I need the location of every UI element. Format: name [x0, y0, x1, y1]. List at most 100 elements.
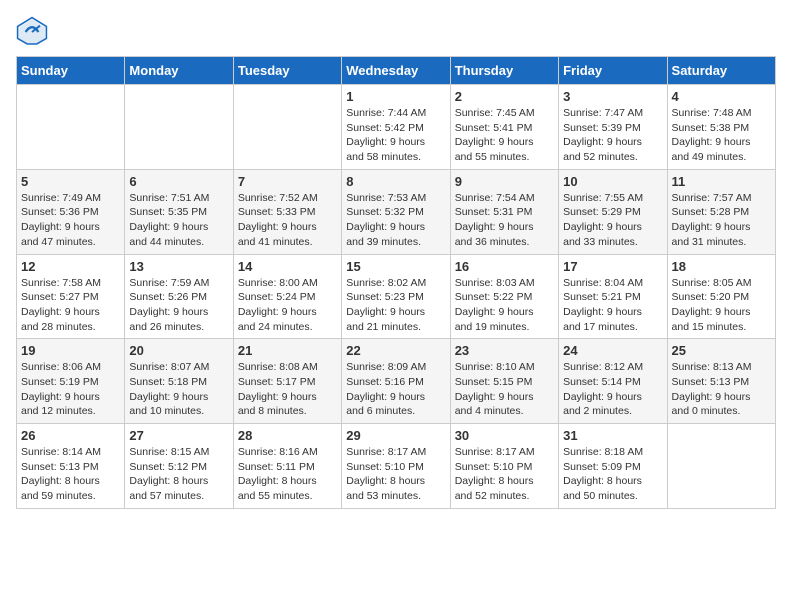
calendar-cell: 22 Sunrise: 8:09 AM Sunset: 5:16 PM Dayli… — [342, 339, 450, 424]
day-info: Sunrise: 8:09 AM Sunset: 5:16 PM Dayligh… — [346, 360, 445, 419]
day-number: 22 — [346, 343, 445, 358]
day-info: Sunrise: 8:03 AM Sunset: 5:22 PM Dayligh… — [455, 276, 554, 335]
day-number: 11 — [672, 174, 771, 189]
calendar-cell: 5Sunrise: 7:49 AM Sunset: 5:36 PM Daylig… — [17, 169, 125, 254]
day-number: 6 — [129, 174, 228, 189]
calendar-cell: 25Sunrise: 8:13 AM Sunset: 5:13 PM Dayli… — [667, 339, 775, 424]
day-number: 28 — [238, 428, 337, 443]
calendar-table: SundayMondayTuesdayWednesdayThursdayFrid… — [16, 56, 776, 509]
calendar-cell — [667, 424, 775, 509]
logo — [16, 16, 52, 48]
day-info: Sunrise: 7:53 AM Sunset: 5:32 PM Dayligh… — [346, 191, 445, 250]
day-info: Sunrise: 8:02 AM Sunset: 5:23 PM Dayligh… — [346, 276, 445, 335]
day-info: Sunrise: 8:07 AM Sunset: 5:18 PM Dayligh… — [129, 360, 228, 419]
day-info: Sunrise: 8:10 AM Sunset: 5:15 PM Dayligh… — [455, 360, 554, 419]
day-info: Sunrise: 7:57 AM Sunset: 5:28 PM Dayligh… — [672, 191, 771, 250]
day-info: Sunrise: 8:08 AM Sunset: 5:17 PM Dayligh… — [238, 360, 337, 419]
day-info: Sunrise: 7:54 AM Sunset: 5:31 PM Dayligh… — [455, 191, 554, 250]
calendar-cell: 31Sunrise: 8:18 AM Sunset: 5:09 PM Dayli… — [559, 424, 667, 509]
day-info: Sunrise: 8:12 AM Sunset: 5:14 PM Dayligh… — [563, 360, 662, 419]
calendar-cell: 6 Sunrise: 7:51 AM Sunset: 5:35 PM Daylig… — [125, 169, 233, 254]
calendar-cell: 11 Sunrise: 7:57 AM Sunset: 5:28 PM Dayli… — [667, 169, 775, 254]
day-number: 9 — [455, 174, 554, 189]
day-info: Sunrise: 7:58 AM Sunset: 5:27 PM Dayligh… — [21, 276, 120, 335]
day-info: Sunrise: 7:44 AM Sunset: 5:42 PM Dayligh… — [346, 106, 445, 165]
calendar-cell: 24Sunrise: 8:12 AM Sunset: 5:14 PM Dayli… — [559, 339, 667, 424]
calendar-cell: 2 Sunrise: 7:45 AM Sunset: 5:41 PM Daylig… — [450, 85, 558, 170]
calendar-cell: 8 Sunrise: 7:53 AM Sunset: 5:32 PM Daylig… — [342, 169, 450, 254]
day-number: 14 — [238, 259, 337, 274]
day-number: 19 — [21, 343, 120, 358]
calendar-cell: 4Sunrise: 7:48 AM Sunset: 5:38 PM Daylig… — [667, 85, 775, 170]
calendar-cell: 27 Sunrise: 8:15 AM Sunset: 5:12 PM Dayli… — [125, 424, 233, 509]
day-info: Sunrise: 7:55 AM Sunset: 5:29 PM Dayligh… — [563, 191, 662, 250]
day-number: 27 — [129, 428, 228, 443]
day-info: Sunrise: 8:04 AM Sunset: 5:21 PM Dayligh… — [563, 276, 662, 335]
day-info: Sunrise: 8:00 AM Sunset: 5:24 PM Dayligh… — [238, 276, 337, 335]
day-info: Sunrise: 8:06 AM Sunset: 5:19 PM Dayligh… — [21, 360, 120, 419]
day-number: 15 — [346, 259, 445, 274]
calendar-header-monday: Monday — [125, 57, 233, 85]
calendar-week-row: 1 Sunrise: 7:44 AM Sunset: 5:42 PM Daylig… — [17, 85, 776, 170]
day-number: 10 — [563, 174, 662, 189]
day-number: 18 — [672, 259, 771, 274]
day-number: 13 — [129, 259, 228, 274]
calendar-cell: 28 Sunrise: 8:16 AM Sunset: 5:11 PM Dayli… — [233, 424, 341, 509]
day-number: 29 — [346, 428, 445, 443]
calendar-cell: 3 Sunrise: 7:47 AM Sunset: 5:39 PM Daylig… — [559, 85, 667, 170]
day-number: 7 — [238, 174, 337, 189]
calendar-week-row: 26 Sunrise: 8:14 AM Sunset: 5:13 PM Dayli… — [17, 424, 776, 509]
calendar-cell: 1 Sunrise: 7:44 AM Sunset: 5:42 PM Daylig… — [342, 85, 450, 170]
calendar-cell: 23 Sunrise: 8:10 AM Sunset: 5:15 PM Dayli… — [450, 339, 558, 424]
day-info: Sunrise: 7:47 AM Sunset: 5:39 PM Dayligh… — [563, 106, 662, 165]
day-info: Sunrise: 7:45 AM Sunset: 5:41 PM Dayligh… — [455, 106, 554, 165]
calendar-cell: 20 Sunrise: 8:07 AM Sunset: 5:18 PM Dayli… — [125, 339, 233, 424]
calendar-cell: 26 Sunrise: 8:14 AM Sunset: 5:13 PM Dayli… — [17, 424, 125, 509]
day-number: 12 — [21, 259, 120, 274]
calendar-cell: 17Sunrise: 8:04 AM Sunset: 5:21 PM Dayli… — [559, 254, 667, 339]
day-number: 3 — [563, 89, 662, 104]
calendar-cell: 7 Sunrise: 7:52 AM Sunset: 5:33 PM Daylig… — [233, 169, 341, 254]
calendar-cell: 13 Sunrise: 7:59 AM Sunset: 5:26 PM Dayli… — [125, 254, 233, 339]
calendar-header-friday: Friday — [559, 57, 667, 85]
calendar-header-wednesday: Wednesday — [342, 57, 450, 85]
day-info: Sunrise: 8:17 AM Sunset: 5:10 PM Dayligh… — [455, 445, 554, 504]
calendar-header-saturday: Saturday — [667, 57, 775, 85]
calendar-cell: 18 Sunrise: 8:05 AM Sunset: 5:20 PM Dayli… — [667, 254, 775, 339]
calendar-cell: 21 Sunrise: 8:08 AM Sunset: 5:17 PM Dayli… — [233, 339, 341, 424]
calendar-cell: 30 Sunrise: 8:17 AM Sunset: 5:10 PM Dayli… — [450, 424, 558, 509]
day-info: Sunrise: 7:49 AM Sunset: 5:36 PM Dayligh… — [21, 191, 120, 250]
day-number: 26 — [21, 428, 120, 443]
day-number: 1 — [346, 89, 445, 104]
calendar-header-thursday: Thursday — [450, 57, 558, 85]
day-info: Sunrise: 8:16 AM Sunset: 5:11 PM Dayligh… — [238, 445, 337, 504]
calendar-cell — [17, 85, 125, 170]
day-info: Sunrise: 8:14 AM Sunset: 5:13 PM Dayligh… — [21, 445, 120, 504]
day-number: 30 — [455, 428, 554, 443]
day-number: 21 — [238, 343, 337, 358]
calendar-week-row: 19 Sunrise: 8:06 AM Sunset: 5:19 PM Dayli… — [17, 339, 776, 424]
day-info: Sunrise: 8:18 AM Sunset: 5:09 PM Dayligh… — [563, 445, 662, 504]
calendar-cell: 12 Sunrise: 7:58 AM Sunset: 5:27 PM Dayli… — [17, 254, 125, 339]
calendar-cell — [233, 85, 341, 170]
calendar-cell — [125, 85, 233, 170]
day-number: 2 — [455, 89, 554, 104]
calendar-header-row: SundayMondayTuesdayWednesdayThursdayFrid… — [17, 57, 776, 85]
day-info: Sunrise: 7:51 AM Sunset: 5:35 PM Dayligh… — [129, 191, 228, 250]
calendar-week-row: 5Sunrise: 7:49 AM Sunset: 5:36 PM Daylig… — [17, 169, 776, 254]
calendar-week-row: 12 Sunrise: 7:58 AM Sunset: 5:27 PM Dayli… — [17, 254, 776, 339]
calendar-cell: 29Sunrise: 8:17 AM Sunset: 5:10 PM Dayli… — [342, 424, 450, 509]
day-number: 20 — [129, 343, 228, 358]
day-info: Sunrise: 7:48 AM Sunset: 5:38 PM Dayligh… — [672, 106, 771, 165]
calendar-cell: 9 Sunrise: 7:54 AM Sunset: 5:31 PM Daylig… — [450, 169, 558, 254]
day-number: 25 — [672, 343, 771, 358]
calendar-cell: 14 Sunrise: 8:00 AM Sunset: 5:24 PM Dayli… — [233, 254, 341, 339]
day-info: Sunrise: 8:15 AM Sunset: 5:12 PM Dayligh… — [129, 445, 228, 504]
day-number: 8 — [346, 174, 445, 189]
page-header — [16, 16, 776, 48]
calendar-cell: 15 Sunrise: 8:02 AM Sunset: 5:23 PM Dayli… — [342, 254, 450, 339]
day-info: Sunrise: 7:52 AM Sunset: 5:33 PM Dayligh… — [238, 191, 337, 250]
day-info: Sunrise: 7:59 AM Sunset: 5:26 PM Dayligh… — [129, 276, 228, 335]
day-number: 23 — [455, 343, 554, 358]
day-info: Sunrise: 8:05 AM Sunset: 5:20 PM Dayligh… — [672, 276, 771, 335]
